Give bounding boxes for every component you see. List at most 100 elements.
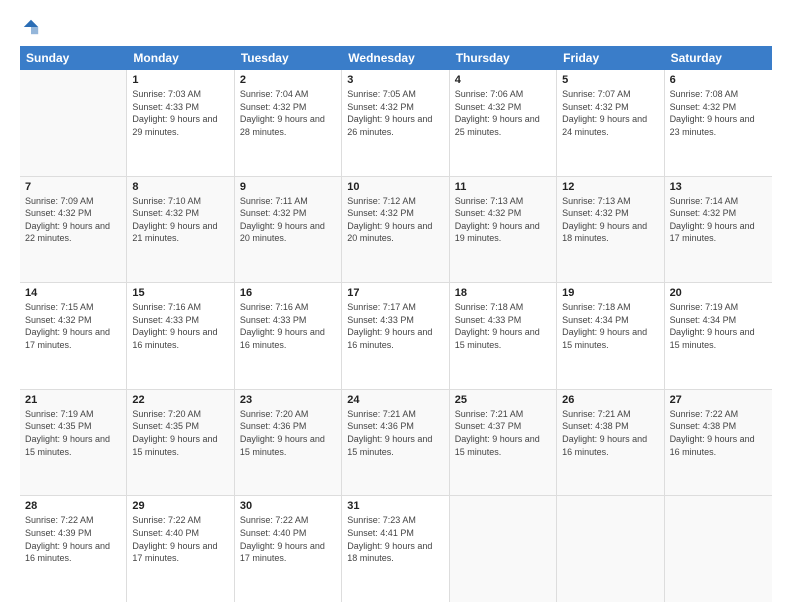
day-detail: Sunrise: 7:22 AMSunset: 4:39 PMDaylight:… <box>25 514 121 564</box>
day-number: 13 <box>670 181 767 193</box>
day-detail: Sunrise: 7:08 AMSunset: 4:32 PMDaylight:… <box>670 88 767 138</box>
day-detail: Sunrise: 7:20 AMSunset: 4:35 PMDaylight:… <box>132 408 228 458</box>
day-detail: Sunrise: 7:18 AMSunset: 4:34 PMDaylight:… <box>562 301 658 351</box>
day-number: 5 <box>562 74 658 86</box>
calendar-cell: 16 Sunrise: 7:16 AMSunset: 4:33 PMDayligh… <box>235 283 342 389</box>
calendar-body: 1 Sunrise: 7:03 AMSunset: 4:33 PMDaylight… <box>20 70 772 602</box>
day-detail: Sunrise: 7:10 AMSunset: 4:32 PMDaylight:… <box>132 195 228 245</box>
day-number: 10 <box>347 181 443 193</box>
calendar-cell: 14 Sunrise: 7:15 AMSunset: 4:32 PMDayligh… <box>20 283 127 389</box>
calendar-cell: 17Sunrise: 7:17 AMSunset: 4:33 PMDayligh… <box>342 283 449 389</box>
day-detail: Sunrise: 7:19 AMSunset: 4:34 PMDaylight:… <box>670 301 767 351</box>
day-detail: Sunrise: 7:04 AMSunset: 4:32 PMDaylight:… <box>240 88 336 138</box>
calendar-cell: 21 Sunrise: 7:19 AMSunset: 4:35 PMDayligh… <box>20 390 127 496</box>
calendar-cell: 18 Sunrise: 7:18 AMSunset: 4:33 PMDayligh… <box>450 283 557 389</box>
calendar-cell: 23 Sunrise: 7:20 AMSunset: 4:36 PMDayligh… <box>235 390 342 496</box>
calendar-cell: 12 Sunrise: 7:13 AMSunset: 4:32 PMDayligh… <box>557 177 664 283</box>
calendar-row-3: 14 Sunrise: 7:15 AMSunset: 4:32 PMDayligh… <box>20 283 772 390</box>
calendar-cell: 2 Sunrise: 7:04 AMSunset: 4:32 PMDaylight… <box>235 70 342 176</box>
logo-icon <box>22 18 40 36</box>
header-day-thursday: Thursday <box>450 46 557 70</box>
calendar-cell: 30 Sunrise: 7:22 AMSunset: 4:40 PMDayligh… <box>235 496 342 602</box>
day-detail: Sunrise: 7:06 AMSunset: 4:32 PMDaylight:… <box>455 88 551 138</box>
day-detail: Sunrise: 7:13 AMSunset: 4:32 PMDaylight:… <box>562 195 658 245</box>
calendar-cell: 24Sunrise: 7:21 AMSunset: 4:36 PMDayligh… <box>342 390 449 496</box>
day-number: 2 <box>240 74 336 86</box>
logo <box>20 18 40 36</box>
calendar-cell: 1 Sunrise: 7:03 AMSunset: 4:33 PMDaylight… <box>127 70 234 176</box>
calendar-cell: 9 Sunrise: 7:11 AMSunset: 4:32 PMDaylight… <box>235 177 342 283</box>
day-detail: Sunrise: 7:09 AMSunset: 4:32 PMDaylight:… <box>25 195 121 245</box>
day-detail: Sunrise: 7:13 AMSunset: 4:32 PMDaylight:… <box>455 195 551 245</box>
calendar-row-5: 28Sunrise: 7:22 AMSunset: 4:39 PMDayligh… <box>20 496 772 602</box>
day-detail: Sunrise: 7:22 AMSunset: 4:40 PMDaylight:… <box>132 514 228 564</box>
day-number: 21 <box>25 394 121 406</box>
calendar-cell: 19 Sunrise: 7:18 AMSunset: 4:34 PMDayligh… <box>557 283 664 389</box>
calendar-cell: 25 Sunrise: 7:21 AMSunset: 4:37 PMDayligh… <box>450 390 557 496</box>
header <box>20 18 772 36</box>
header-day-friday: Friday <box>557 46 664 70</box>
day-number: 12 <box>562 181 658 193</box>
calendar-cell: 3Sunrise: 7:05 AMSunset: 4:32 PMDaylight… <box>342 70 449 176</box>
calendar-cell: 4 Sunrise: 7:06 AMSunset: 4:32 PMDaylight… <box>450 70 557 176</box>
day-number: 16 <box>240 287 336 299</box>
day-detail: Sunrise: 7:16 AMSunset: 4:33 PMDaylight:… <box>240 301 336 351</box>
day-number: 31 <box>347 500 443 512</box>
logo-text <box>20 18 40 36</box>
calendar-cell: 13 Sunrise: 7:14 AMSunset: 4:32 PMDayligh… <box>665 177 772 283</box>
calendar-cell: 29 Sunrise: 7:22 AMSunset: 4:40 PMDayligh… <box>127 496 234 602</box>
day-detail: Sunrise: 7:21 AMSunset: 4:38 PMDaylight:… <box>562 408 658 458</box>
day-detail: Sunrise: 7:20 AMSunset: 4:36 PMDaylight:… <box>240 408 336 458</box>
calendar-row-4: 21 Sunrise: 7:19 AMSunset: 4:35 PMDayligh… <box>20 390 772 497</box>
calendar: SundayMondayTuesdayWednesdayThursdayFrid… <box>20 46 772 602</box>
calendar-row-1: 1 Sunrise: 7:03 AMSunset: 4:33 PMDaylight… <box>20 70 772 177</box>
calendar-cell: 26 Sunrise: 7:21 AMSunset: 4:38 PMDayligh… <box>557 390 664 496</box>
day-number: 7 <box>25 181 121 193</box>
day-number: 14 <box>25 287 121 299</box>
day-number: 23 <box>240 394 336 406</box>
calendar-cell: 6Sunrise: 7:08 AMSunset: 4:32 PMDaylight… <box>665 70 772 176</box>
day-detail: Sunrise: 7:07 AMSunset: 4:32 PMDaylight:… <box>562 88 658 138</box>
day-detail: Sunrise: 7:19 AMSunset: 4:35 PMDaylight:… <box>25 408 121 458</box>
day-detail: Sunrise: 7:12 AMSunset: 4:32 PMDaylight:… <box>347 195 443 245</box>
day-number: 30 <box>240 500 336 512</box>
day-number: 17 <box>347 287 443 299</box>
day-detail: Sunrise: 7:16 AMSunset: 4:33 PMDaylight:… <box>132 301 228 351</box>
day-number: 4 <box>455 74 551 86</box>
header-day-monday: Monday <box>127 46 234 70</box>
day-number: 20 <box>670 287 767 299</box>
day-detail: Sunrise: 7:03 AMSunset: 4:33 PMDaylight:… <box>132 88 228 138</box>
calendar-cell: 10 Sunrise: 7:12 AMSunset: 4:32 PMDayligh… <box>342 177 449 283</box>
calendar-cell <box>20 70 127 176</box>
day-number: 8 <box>132 181 228 193</box>
day-number: 18 <box>455 287 551 299</box>
header-day-wednesday: Wednesday <box>342 46 449 70</box>
day-detail: Sunrise: 7:15 AMSunset: 4:32 PMDaylight:… <box>25 301 121 351</box>
day-number: 1 <box>132 74 228 86</box>
day-number: 22 <box>132 394 228 406</box>
page: SundayMondayTuesdayWednesdayThursdayFrid… <box>0 0 792 612</box>
calendar-cell <box>665 496 772 602</box>
day-detail: Sunrise: 7:18 AMSunset: 4:33 PMDaylight:… <box>455 301 551 351</box>
calendar-cell: 28Sunrise: 7:22 AMSunset: 4:39 PMDayligh… <box>20 496 127 602</box>
day-detail: Sunrise: 7:14 AMSunset: 4:32 PMDaylight:… <box>670 195 767 245</box>
header-day-saturday: Saturday <box>665 46 772 70</box>
calendar-cell: 22 Sunrise: 7:20 AMSunset: 4:35 PMDayligh… <box>127 390 234 496</box>
day-number: 29 <box>132 500 228 512</box>
day-number: 19 <box>562 287 658 299</box>
calendar-header: SundayMondayTuesdayWednesdayThursdayFrid… <box>20 46 772 70</box>
day-number: 15 <box>132 287 228 299</box>
calendar-cell <box>450 496 557 602</box>
calendar-cell: 15 Sunrise: 7:16 AMSunset: 4:33 PMDayligh… <box>127 283 234 389</box>
header-day-tuesday: Tuesday <box>235 46 342 70</box>
day-detail: Sunrise: 7:22 AMSunset: 4:40 PMDaylight:… <box>240 514 336 564</box>
day-detail: Sunrise: 7:21 AMSunset: 4:37 PMDaylight:… <box>455 408 551 458</box>
calendar-cell: 8 Sunrise: 7:10 AMSunset: 4:32 PMDaylight… <box>127 177 234 283</box>
day-number: 25 <box>455 394 551 406</box>
day-number: 26 <box>562 394 658 406</box>
day-number: 27 <box>670 394 767 406</box>
day-number: 11 <box>455 181 551 193</box>
calendar-row-2: 7 Sunrise: 7:09 AMSunset: 4:32 PMDaylight… <box>20 177 772 284</box>
day-detail: Sunrise: 7:11 AMSunset: 4:32 PMDaylight:… <box>240 195 336 245</box>
day-number: 9 <box>240 181 336 193</box>
